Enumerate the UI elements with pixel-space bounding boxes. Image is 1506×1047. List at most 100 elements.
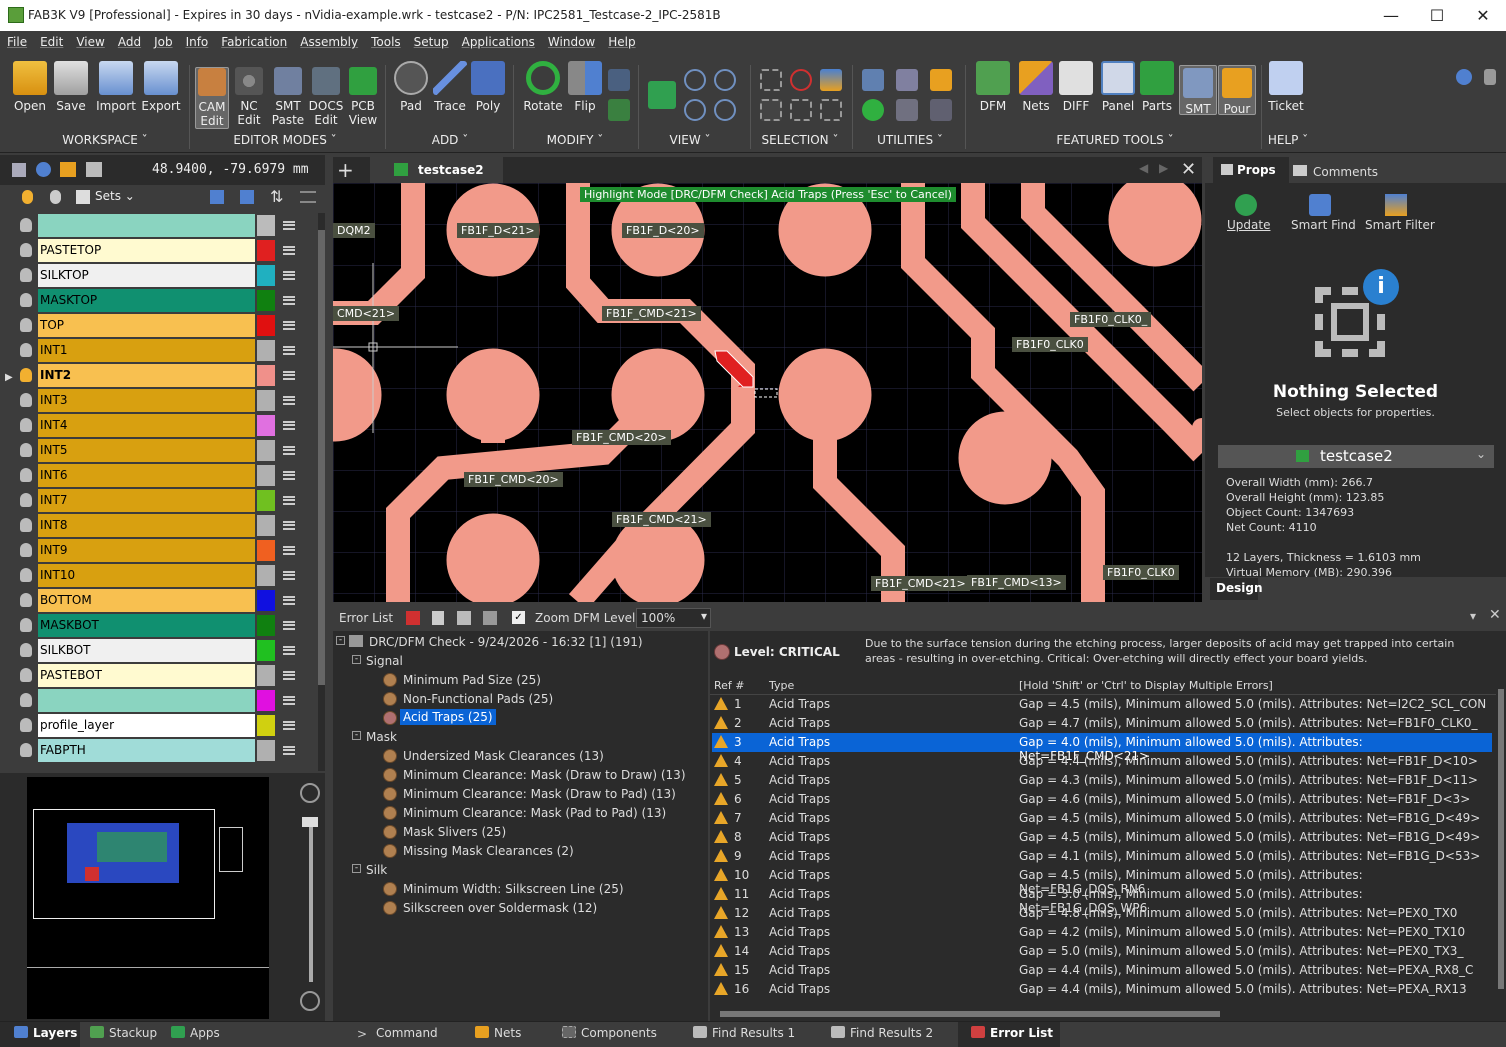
- group-selection[interactable]: SELECTION ˇ: [760, 133, 840, 147]
- tab-next-icon[interactable]: ▶: [1159, 161, 1168, 175]
- error-row[interactable]: 6 Acid Traps Gap = 4.6 (mils), Minimum all…: [712, 790, 1492, 809]
- layer-name[interactable]: INT6: [38, 464, 255, 487]
- dfm-button[interactable]: DFM: [974, 61, 1012, 113]
- zoom-extents-icon[interactable]: [714, 99, 736, 121]
- error-row[interactable]: 3 Acid Traps Gap = 4.0 (mils), Minimum all…: [712, 733, 1492, 763]
- parts-button[interactable]: Parts: [1138, 61, 1176, 113]
- layer-row[interactable]: MASKBOT: [0, 613, 318, 638]
- layer-scrollbar-thumb[interactable]: [318, 230, 325, 685]
- visibility-bulb-icon[interactable]: [20, 393, 32, 407]
- error-row[interactable]: 12 Acid Traps Gap = 4.8 (mils), Minimum al…: [712, 904, 1492, 923]
- layer-color-swatch[interactable]: [257, 615, 275, 636]
- layer-menu-icon[interactable]: [283, 646, 295, 655]
- group-utilities[interactable]: UTILITIES ˇ: [870, 133, 950, 147]
- net-label[interactable]: FB1F0_CLK0_: [1070, 312, 1152, 327]
- error-table-scrollbar-thumb[interactable]: [1498, 689, 1504, 989]
- layer-menu-icon[interactable]: [283, 496, 295, 505]
- layer-row[interactable]: INT7: [0, 488, 318, 513]
- tree-item[interactable]: Minimum Clearance: Mask (Draw to Draw) (…: [403, 768, 686, 782]
- group-modify[interactable]: MODIFY ˇ: [540, 133, 610, 147]
- layer-color-swatch[interactable]: [257, 690, 275, 711]
- visibility-bulb-icon[interactable]: [20, 618, 32, 632]
- layer-menu-icon[interactable]: [283, 721, 295, 730]
- net-label[interactable]: FB1F_CMD<13>: [967, 575, 1066, 590]
- tree-group-mask[interactable]: Mask: [366, 730, 397, 744]
- pour-button[interactable]: Pour: [1218, 65, 1256, 116]
- layer-row[interactable]: INT1: [0, 338, 318, 363]
- measure-icon[interactable]: [930, 69, 952, 91]
- grid-icon[interactable]: [457, 611, 471, 625]
- error-row[interactable]: 9 Acid Traps Gap = 4.1 (mils), Minimum all…: [712, 847, 1492, 866]
- error-row[interactable]: 11 Acid Traps Gap = 3.0 (mils), Minimum al…: [712, 885, 1492, 915]
- error-row[interactable]: 7 Acid Traps Gap = 4.5 (mils), Minimum all…: [712, 809, 1492, 828]
- net-label[interactable]: FB1F0_CLK0: [1103, 565, 1179, 580]
- net-label[interactable]: FB1F_CMD<21>: [602, 306, 701, 321]
- zoom-window-icon[interactable]: [684, 99, 706, 121]
- visibility-bulb-icon[interactable]: [20, 243, 32, 257]
- collapse-icon[interactable]: -: [352, 864, 361, 873]
- layer-color-swatch[interactable]: [257, 490, 275, 511]
- panel-button[interactable]: Panel: [1099, 61, 1137, 113]
- layer-menu-icon[interactable]: [283, 621, 295, 630]
- deselect-icon[interactable]: [790, 69, 812, 91]
- error-row[interactable]: 2 Acid Traps Gap = 4.7 (mils), Minimum all…: [712, 714, 1492, 733]
- layer-menu-icon[interactable]: [283, 371, 295, 380]
- layers-util-icon[interactable]: [896, 99, 918, 121]
- layer-menu-icon[interactable]: [283, 671, 295, 680]
- error-row[interactable]: 5 Acid Traps Gap = 4.3 (mils), Minimum all…: [712, 771, 1492, 790]
- nets-button[interactable]: Nets: [1017, 61, 1055, 113]
- layer-color-swatch[interactable]: [257, 740, 275, 761]
- net-label[interactable]: FB1F_CMD<20>: [572, 430, 671, 445]
- layer-row[interactable]: [0, 688, 318, 713]
- visibility-bulb-icon[interactable]: [20, 468, 32, 482]
- menu-setup[interactable]: Setup: [407, 31, 455, 49]
- nc-edit-button[interactable]: NC Edit: [233, 67, 265, 127]
- net-label[interactable]: FB1F_CMD<20>: [464, 472, 563, 487]
- layer-color-swatch[interactable]: [257, 665, 275, 686]
- layer-name[interactable]: INT9: [38, 539, 255, 562]
- layer-row[interactable]: INT10: [0, 563, 318, 588]
- new-tab-button[interactable]: +: [337, 158, 354, 182]
- layer-row[interactable]: [0, 213, 318, 238]
- tab-nets[interactable]: Nets: [475, 1026, 521, 1040]
- layer-row[interactable]: INT2: [0, 363, 318, 388]
- zoom-dfm-checkbox[interactable]: ✓: [512, 611, 525, 624]
- layer-name[interactable]: INT1: [38, 339, 255, 362]
- visibility-bulb-icon[interactable]: [20, 343, 32, 357]
- visibility-bulb-icon[interactable]: [20, 493, 32, 507]
- error-row[interactable]: 16 Acid Traps Gap = 4.4 (mils), Minimum al…: [712, 980, 1492, 999]
- smt-button[interactable]: SMT: [1179, 65, 1217, 116]
- pad-button[interactable]: Pad: [394, 61, 428, 113]
- error-row[interactable]: 14 Acid Traps Gap = 5.0 (mils), Minimum al…: [712, 942, 1492, 961]
- layer-name[interactable]: INT5: [38, 439, 255, 462]
- layer-color-swatch[interactable]: [257, 290, 275, 311]
- layer-name[interactable]: SILKTOP: [38, 264, 255, 287]
- sets-dropdown[interactable]: Sets ⌄: [95, 189, 135, 203]
- menu-help[interactable]: Help: [601, 31, 641, 49]
- layer-color-swatch[interactable]: [257, 590, 275, 611]
- refresh-view-icon[interactable]: [648, 81, 676, 109]
- ticket-button[interactable]: Ticket: [1266, 61, 1306, 113]
- checklist-icon[interactable]: [483, 611, 497, 625]
- layer-row[interactable]: profile_layer: [0, 713, 318, 738]
- tab-prev-icon[interactable]: ◀: [1139, 161, 1148, 175]
- select-add-icon[interactable]: [790, 99, 812, 121]
- layer-menu-icon[interactable]: [283, 446, 295, 455]
- smt-paste-button[interactable]: SMT Paste: [270, 67, 306, 127]
- collapse-icon[interactable]: -: [352, 655, 361, 664]
- redo-icon[interactable]: [608, 99, 630, 121]
- close-panel-icon[interactable]: ✕: [1489, 607, 1501, 623]
- layer-row[interactable]: FABPTH: [0, 738, 318, 763]
- layer-menu-icon[interactable]: [283, 421, 295, 430]
- trace-button[interactable]: Trace: [432, 61, 468, 113]
- col-ref[interactable]: Ref #: [714, 679, 745, 692]
- tab-layers[interactable]: Layers: [14, 1026, 77, 1040]
- tab-apps[interactable]: Apps: [171, 1026, 220, 1040]
- docs-edit-button[interactable]: DOCS Edit: [308, 67, 344, 127]
- layer-color-swatch[interactable]: [257, 715, 275, 736]
- layer-row[interactable]: PASTETOP: [0, 238, 318, 263]
- tree-item[interactable]: Undersized Mask Clearances (13): [403, 749, 604, 763]
- ribbon-options-icon[interactable]: [1484, 69, 1496, 85]
- update-button[interactable]: Update: [1227, 218, 1270, 232]
- pcb-view-button[interactable]: PCB View: [347, 67, 379, 127]
